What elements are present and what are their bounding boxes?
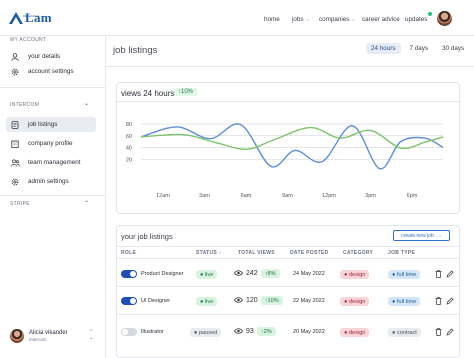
views-change: ↑2% [256,327,276,336]
date-posted: 24 May 2022 [293,271,325,277]
edit-icon[interactable] [446,328,454,338]
date-posted: 20 May 2022 [293,329,325,335]
arrow-right-icon: → [436,232,442,239]
edit-icon[interactable] [446,297,454,307]
x-tick-label: 9am [282,193,293,199]
eye-icon [234,269,243,278]
category-badge: ● design [340,297,370,306]
x-tick-label: 12pm [322,193,336,199]
x-tick-label: 6pm [407,193,418,199]
role-active-toggle[interactable] [121,328,137,336]
trash-icon[interactable] [435,297,442,307]
column-header-job-type: JOB TYPE [388,250,416,256]
role-name: Product Designer [141,271,184,277]
views-count: 120 [246,297,258,304]
views-count: 93 [246,328,254,335]
x-tick-label: 3pm [365,193,376,199]
role-name: UI Designer [141,298,171,304]
total-views: 120 ↑10% [234,296,283,305]
category-badge: ● design [340,270,370,279]
role-active-toggle[interactable] [121,270,137,278]
column-header-total-views: TOTAL VIEWS [238,250,275,256]
job-type-badge: ● contract [388,328,421,337]
eye-icon [234,327,243,336]
listings-title: your job listings [121,232,173,241]
x-tick-label: 6am [241,193,252,199]
role-name: Illustrator [141,329,164,335]
y-tick-label: 80 [126,122,132,128]
views-change: ↑10% [260,296,283,305]
y-tick-label: 20 [126,157,132,163]
trash-icon[interactable] [435,328,442,338]
views-change: ↑8% [260,269,280,278]
date-posted: 22 May 2022 [293,298,325,304]
create-new-job-button[interactable]: create new job → [393,230,450,241]
category-badge: ● design [340,328,370,337]
y-tick-label: 60 [126,134,132,140]
column-header-category: CATEGORY [343,250,374,256]
job-type-badge: ● full time [388,270,421,279]
total-views: 242 ↑8% [234,269,280,278]
x-tick-label: 3am [199,193,210,199]
role-active-toggle[interactable] [121,297,137,305]
column-header-date-posted: DATE POSTED [290,250,329,256]
column-header-role: ROLE [121,250,137,256]
trash-icon[interactable] [435,270,442,280]
total-views: 93 ↑2% [234,327,276,336]
edit-icon[interactable] [446,270,454,280]
job-type-badge: ● full time [388,297,421,306]
views-count: 242 [246,270,258,277]
create-new-job-label: create new job [401,232,434,239]
listings-card [116,225,460,358]
eye-icon [234,296,243,305]
x-tick-label: 12am [156,193,170,199]
status-badge: ● live [196,297,218,306]
y-tick-label: 40 [126,146,132,152]
status-badge: ● paused [190,328,222,337]
column-header-status[interactable]: STATUS ↓ [196,250,222,256]
status-badge: ● live [196,270,218,279]
